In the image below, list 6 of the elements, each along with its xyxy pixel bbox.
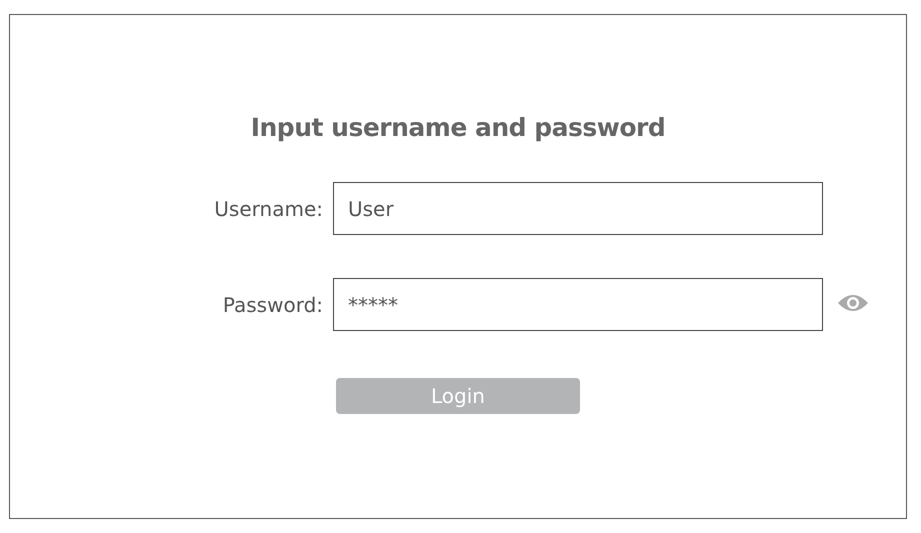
field-label: Password: [222,292,323,316]
input-field[interactable]: User [333,182,823,235]
dialog-title: Input username and password [250,113,666,142]
field-label: Username: [214,196,323,220]
input-field[interactable]: ***** [333,278,823,331]
eye-icon[interactable] [837,292,869,312]
